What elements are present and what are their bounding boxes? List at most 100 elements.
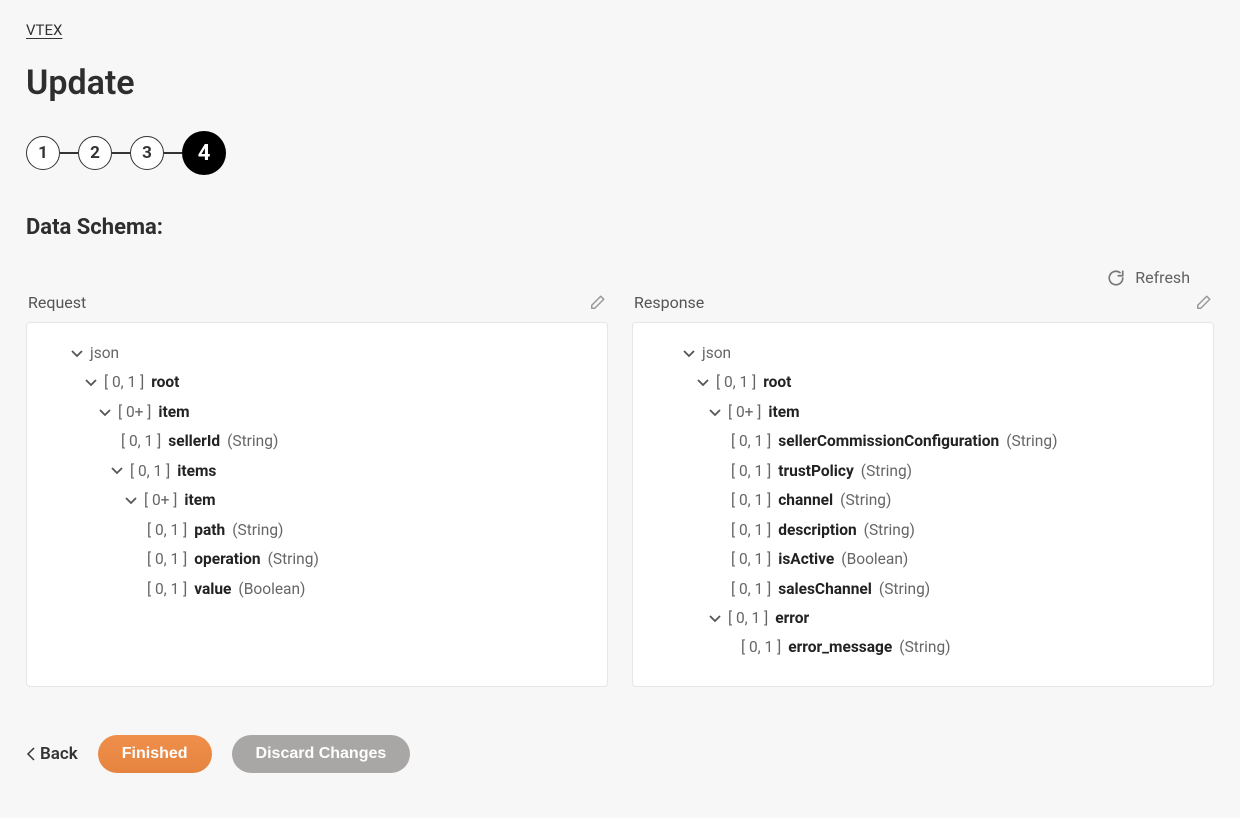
step-1[interactable]: 1 — [26, 136, 60, 170]
tree-field-type: (String) — [1006, 427, 1057, 456]
refresh-icon — [1107, 269, 1125, 287]
tree-field-name: root — [151, 368, 179, 397]
tree-row[interactable]: [ 0, 1 ] items — [45, 457, 589, 486]
tree-card: [ 0, 1 ] — [731, 575, 771, 604]
step-4[interactable]: 4 — [182, 131, 226, 175]
tree-row[interactable]: [ 0, 1 ] error — [651, 604, 1195, 633]
tree-field-name: isActive — [778, 545, 834, 574]
response-schema-panel: json [ 0, 1 ] root [ 0+ ] item [ 0, 1 ] … — [632, 322, 1214, 687]
tree-card: [ 0+ ] — [144, 486, 177, 515]
step-connector — [164, 152, 182, 154]
request-schema-panel: json [ 0, 1 ] root [ 0+ ] item [ 0, 1 ] … — [26, 322, 608, 687]
chevron-down-icon — [709, 407, 721, 419]
tree-node-label: json — [90, 339, 119, 368]
tree-row[interactable]: json — [651, 339, 1195, 368]
refresh-label: Refresh — [1135, 268, 1190, 287]
tree-card: [ 0, 1 ] — [147, 516, 187, 545]
request-label: Request — [28, 293, 86, 312]
chevron-down-icon — [697, 377, 709, 389]
chevron-down-icon — [683, 348, 695, 360]
tree-field-type: (Boolean) — [238, 575, 305, 604]
section-heading-data-schema: Data Schema: — [26, 215, 1214, 240]
tree-row[interactable]: [ 0+ ] item — [651, 398, 1195, 427]
tree-card: [ 0, 1 ] — [147, 575, 187, 604]
tree-card: [ 0, 1 ] — [731, 427, 771, 456]
discard-changes-button[interactable]: Discard Changes — [232, 735, 411, 773]
tree-field-type: (String) — [232, 516, 283, 545]
edit-response-icon[interactable] — [1194, 294, 1212, 312]
step-3[interactable]: 3 — [130, 136, 164, 170]
tree-field-name: sellerCommissionConfiguration — [778, 427, 999, 456]
tree-field-type: (String) — [899, 633, 950, 662]
tree-row[interactable]: json — [45, 339, 589, 368]
tree-row[interactable]: [ 0, 1 ] sellerId (String) — [45, 427, 589, 456]
tree-field-type: (String) — [268, 545, 319, 574]
tree-field-type: (String) — [879, 575, 930, 604]
tree-card: [ 0, 1 ] — [121, 427, 161, 456]
tree-field-name: value — [194, 575, 231, 604]
tree-row[interactable]: [ 0, 1 ] error_message (String) — [651, 633, 1195, 662]
back-label: Back — [40, 744, 78, 764]
edit-request-icon[interactable] — [588, 294, 606, 312]
tree-field-type: (Boolean) — [841, 545, 908, 574]
chevron-down-icon — [71, 348, 83, 360]
tree-card: [ 0, 1 ] — [130, 457, 170, 486]
tree-row[interactable]: [ 0, 1 ] sellerCommissionConfiguration (… — [651, 427, 1195, 456]
chevron-down-icon — [111, 465, 123, 477]
chevron-down-icon — [85, 377, 97, 389]
page-title: Update — [26, 63, 1214, 103]
tree-field-name: item — [184, 486, 215, 515]
tree-row[interactable]: [ 0, 1 ] operation (String) — [45, 545, 589, 574]
tree-card: [ 0, 1 ] — [731, 486, 771, 515]
chevron-down-icon — [99, 407, 111, 419]
step-connector — [112, 152, 130, 154]
chevron-down-icon — [709, 613, 721, 625]
tree-field-name: root — [763, 368, 791, 397]
step-connector — [60, 152, 78, 154]
chevron-down-icon — [125, 495, 137, 507]
tree-field-name: item — [768, 398, 799, 427]
response-label: Response — [634, 293, 704, 312]
tree-field-name: error — [775, 604, 809, 633]
tree-row[interactable]: [ 0, 1 ] root — [45, 368, 589, 397]
tree-row[interactable]: [ 0, 1 ] description (String) — [651, 516, 1195, 545]
tree-row[interactable]: [ 0, 1 ] channel (String) — [651, 486, 1195, 515]
tree-row[interactable]: [ 0, 1 ] root — [651, 368, 1195, 397]
tree-row[interactable]: [ 0+ ] item — [45, 486, 589, 515]
tree-row[interactable]: [ 0, 1 ] isActive (Boolean) — [651, 545, 1195, 574]
tree-card: [ 0+ ] — [728, 398, 761, 427]
tree-field-name: channel — [778, 486, 833, 515]
tree-card: [ 0, 1 ] — [741, 633, 781, 662]
tree-card: [ 0, 1 ] — [104, 368, 144, 397]
breadcrumb-root[interactable]: VTEX — [26, 21, 62, 39]
tree-card: [ 0, 1 ] — [147, 545, 187, 574]
finished-button[interactable]: Finished — [98, 735, 212, 773]
tree-field-name: salesChannel — [778, 575, 872, 604]
tree-card: [ 0+ ] — [118, 398, 151, 427]
tree-row[interactable]: [ 0, 1 ] salesChannel (String) — [651, 575, 1195, 604]
tree-field-name: items — [177, 457, 216, 486]
back-button[interactable]: Back — [26, 744, 78, 764]
tree-field-name: description — [778, 516, 856, 545]
tree-card: [ 0, 1 ] — [728, 604, 768, 633]
refresh-button[interactable]: Refresh — [1107, 268, 1190, 287]
tree-card: [ 0, 1 ] — [731, 545, 771, 574]
tree-field-name: sellerId — [168, 427, 220, 456]
tree-card: [ 0, 1 ] — [731, 516, 771, 545]
chevron-left-icon — [26, 747, 36, 761]
tree-node-label: json — [702, 339, 731, 368]
tree-row[interactable]: [ 0, 1 ] trustPolicy (String) — [651, 457, 1195, 486]
tree-card: [ 0, 1 ] — [716, 368, 756, 397]
tree-row[interactable]: [ 0, 1 ] path (String) — [45, 516, 589, 545]
tree-field-name: item — [158, 398, 189, 427]
tree-field-type: (String) — [864, 516, 915, 545]
tree-field-name: operation — [194, 545, 260, 574]
tree-field-type: (String) — [227, 427, 278, 456]
tree-card: [ 0, 1 ] — [731, 457, 771, 486]
tree-field-name: trustPolicy — [778, 457, 854, 486]
tree-field-name: error_message — [788, 633, 892, 662]
tree-row[interactable]: [ 0+ ] item — [45, 398, 589, 427]
tree-row[interactable]: [ 0, 1 ] value (Boolean) — [45, 575, 589, 604]
tree-field-type: (String) — [840, 486, 891, 515]
step-2[interactable]: 2 — [78, 136, 112, 170]
